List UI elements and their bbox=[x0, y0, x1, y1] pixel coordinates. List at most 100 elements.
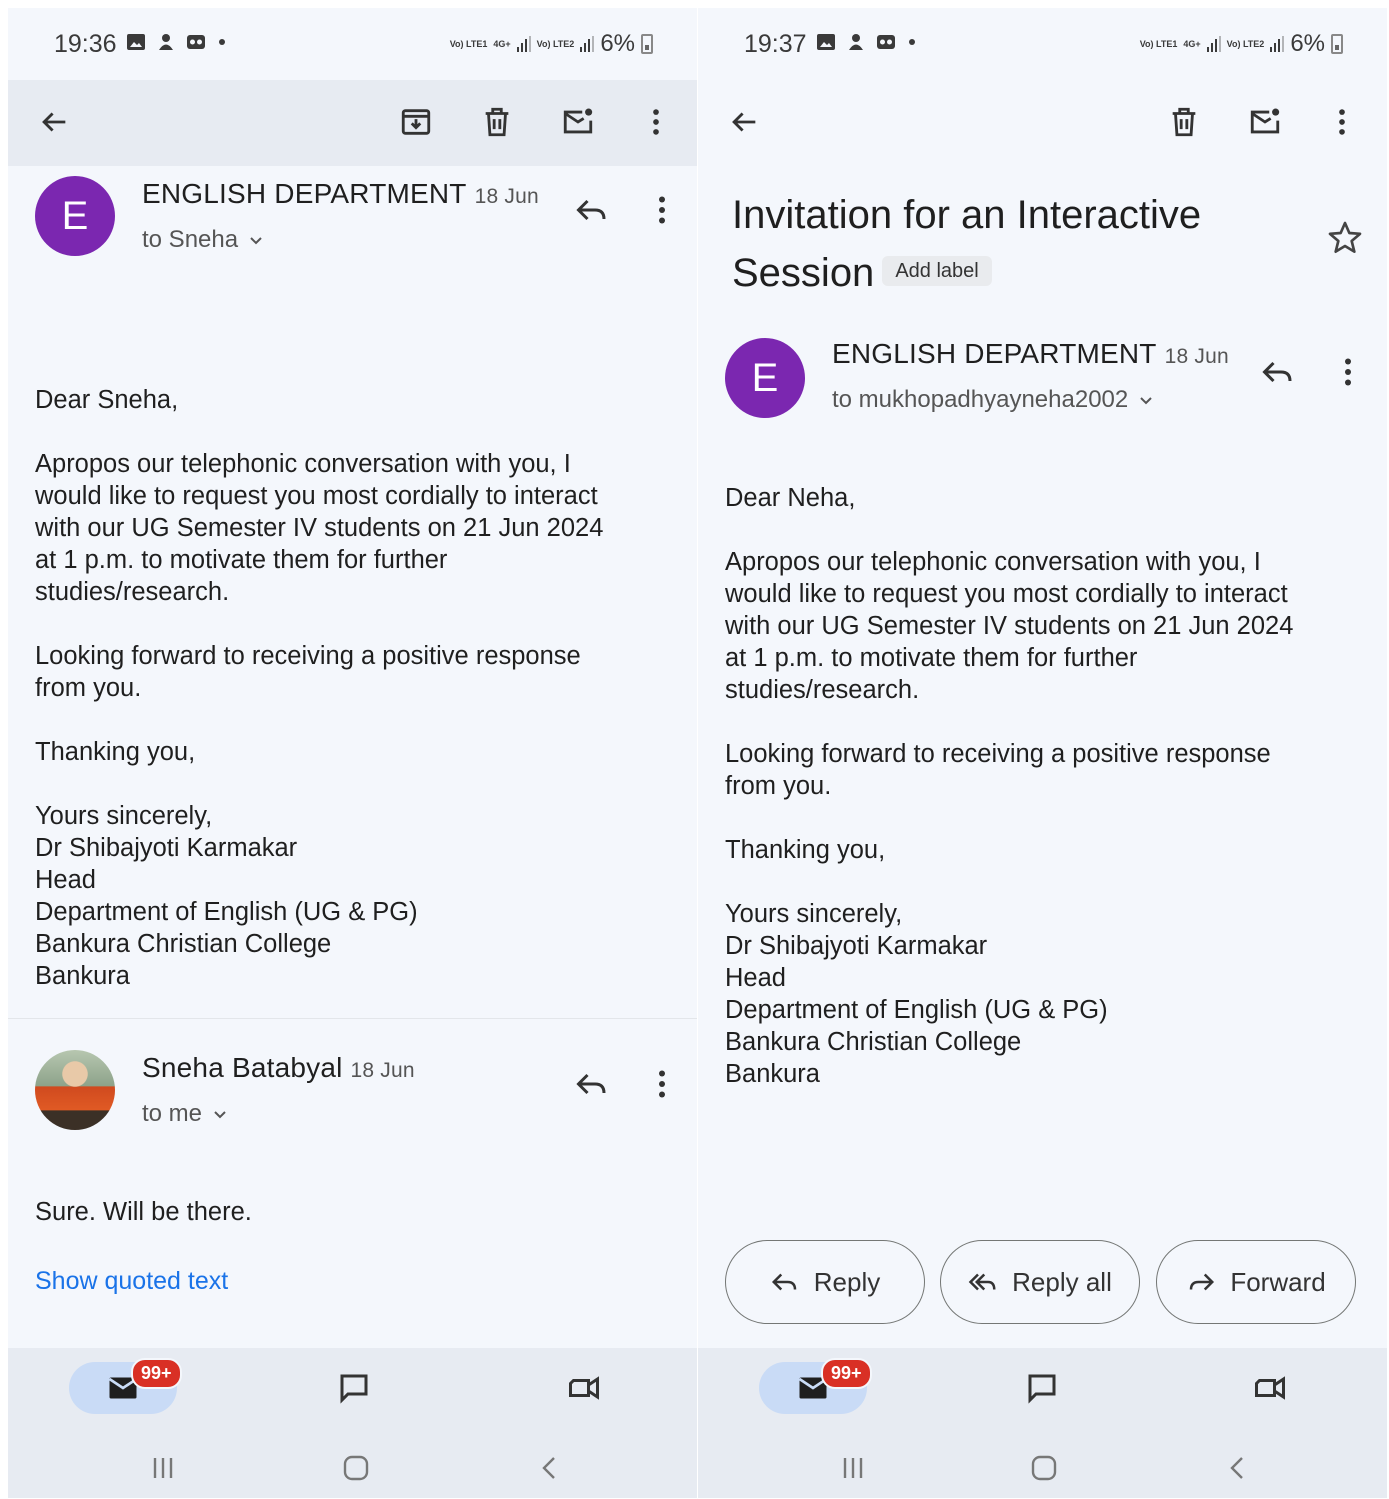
recent-apps-icon bbox=[843, 1458, 863, 1478]
message-date: 18 Jun bbox=[1164, 345, 1229, 368]
signal-icon bbox=[1206, 36, 1221, 52]
network-lte2: Vo) LTE2 bbox=[1226, 38, 1265, 49]
unread-badge: 99+ bbox=[131, 1358, 182, 1389]
network-4g: 4G+ bbox=[1183, 38, 1201, 49]
unread-badge: 99+ bbox=[821, 1358, 872, 1389]
more-options-button[interactable] bbox=[630, 96, 682, 148]
gallery-notification-icon bbox=[816, 33, 836, 51]
network-lte1: Vo) LTE1 bbox=[449, 38, 488, 49]
voicemail-icon bbox=[876, 33, 896, 51]
archive-icon bbox=[401, 109, 431, 135]
back-button[interactable] bbox=[718, 96, 770, 148]
sender-name: Sneha Batabyal bbox=[142, 1052, 343, 1083]
nav-mail-tab[interactable]: 99+ bbox=[69, 1358, 182, 1414]
system-nav-bar bbox=[8, 1428, 697, 1498]
sender-avatar-photo[interactable] bbox=[35, 1050, 115, 1130]
signal-icon bbox=[516, 36, 531, 52]
dot-icon bbox=[216, 33, 236, 51]
message-date: 18 Jun bbox=[350, 1059, 415, 1082]
signal-icon bbox=[580, 36, 595, 52]
mark-unread-button[interactable] bbox=[1239, 96, 1291, 148]
recipient-toggle[interactable]: to Sneha bbox=[142, 226, 264, 254]
more-options-button[interactable] bbox=[1316, 96, 1368, 148]
message-more-button[interactable] bbox=[1326, 350, 1370, 394]
sender-name: ENGLISH DEPARTMENT bbox=[142, 178, 467, 209]
reply-icon bbox=[1262, 361, 1292, 383]
sender-avatar[interactable]: E bbox=[35, 176, 115, 256]
sender-name: ENGLISH DEPARTMENT bbox=[832, 338, 1157, 369]
home-button[interactable] bbox=[336, 1450, 376, 1486]
message-body: Dear Sneha, Apropos our telephonic conve… bbox=[35, 386, 604, 990]
signal-icon bbox=[1270, 36, 1285, 52]
archive-button[interactable] bbox=[390, 96, 442, 148]
app-notification-icon bbox=[156, 33, 176, 51]
more-vert-icon bbox=[659, 196, 665, 224]
bottom-nav: 99+ bbox=[8, 1348, 697, 1428]
right-screen: 19:37 Vo) LTE1 4G+ Vo) LTE2 6% Invitatio… bbox=[698, 8, 1387, 1498]
voicemail-icon bbox=[186, 33, 206, 51]
forward-icon bbox=[1190, 1273, 1215, 1291]
back-button[interactable] bbox=[28, 96, 80, 148]
show-quoted-text-link[interactable]: Show quoted text bbox=[35, 1267, 228, 1296]
arrow-left-icon bbox=[732, 112, 756, 132]
star-icon[interactable] bbox=[1325, 218, 1365, 258]
system-back-button[interactable] bbox=[530, 1450, 570, 1486]
message-more-button[interactable] bbox=[640, 188, 684, 232]
nav-meet-tab[interactable] bbox=[1244, 1362, 1296, 1414]
reply-button[interactable] bbox=[570, 188, 614, 232]
mark-unread-icon bbox=[1250, 108, 1280, 134]
system-back-button[interactable] bbox=[1218, 1450, 1258, 1486]
chevron-left-icon bbox=[542, 1457, 555, 1479]
nav-chat-tab[interactable] bbox=[1016, 1362, 1068, 1414]
forward-action-button[interactable]: Forward bbox=[1156, 1240, 1356, 1324]
message-more-button[interactable] bbox=[640, 1062, 684, 1106]
email-subject: Invitation for an Interactive Session Add… bbox=[732, 186, 1272, 302]
reply-button[interactable] bbox=[570, 1062, 614, 1106]
add-label-chip[interactable]: Add label bbox=[882, 256, 992, 287]
trash-icon bbox=[1172, 107, 1196, 137]
network-lte2: Vo) LTE2 bbox=[536, 38, 575, 49]
nav-meet-tab[interactable] bbox=[558, 1362, 610, 1414]
nav-chat-tab[interactable] bbox=[328, 1362, 380, 1414]
status-bar: 19:36 Vo) LTE1 4G+ Vo) LTE2 6% bbox=[8, 8, 697, 80]
recipient-toggle[interactable]: to mukhopadhyayneha2002 bbox=[832, 386, 1154, 414]
recipient-label: to mukhopadhyayneha2002 bbox=[832, 386, 1129, 413]
video-camera-icon bbox=[1255, 1376, 1285, 1400]
video-camera-icon bbox=[569, 1376, 599, 1400]
recipient-toggle[interactable]: to me bbox=[142, 1100, 228, 1128]
chat-icon bbox=[340, 1374, 368, 1404]
reply-icon bbox=[771, 1273, 796, 1291]
toolbar bbox=[8, 80, 697, 166]
reply-all-action-button[interactable]: Reply all bbox=[940, 1240, 1140, 1324]
sender-line: Sneha Batabyal 18 Jun bbox=[142, 1052, 415, 1084]
network-4g: 4G+ bbox=[493, 38, 511, 49]
mark-unread-icon bbox=[563, 108, 593, 134]
reply-action-button[interactable]: Reply bbox=[725, 1240, 925, 1324]
reply-button[interactable] bbox=[1256, 350, 1300, 394]
status-time: 19:36 bbox=[54, 30, 117, 58]
delete-button[interactable] bbox=[471, 96, 523, 148]
battery-percent: 6% bbox=[600, 30, 635, 57]
gallery-notification-icon bbox=[126, 33, 146, 51]
recent-apps-button[interactable] bbox=[143, 1450, 183, 1486]
bottom-nav: 99+ bbox=[698, 1348, 1387, 1428]
recent-apps-button[interactable] bbox=[833, 1450, 873, 1486]
message-divider bbox=[8, 1018, 697, 1019]
home-button[interactable] bbox=[1024, 1450, 1064, 1486]
arrow-left-icon bbox=[42, 112, 66, 132]
mark-unread-button[interactable] bbox=[552, 96, 604, 148]
recipient-label: to me bbox=[142, 1100, 203, 1127]
left-screen: 19:36 Vo) LTE1 4G+ Vo) LTE2 6% E ENGLISH… bbox=[8, 8, 697, 1498]
sender-line: ENGLISH DEPARTMENT 18 Jun bbox=[832, 338, 1229, 370]
status-bar: 19:37 Vo) LTE1 4G+ Vo) LTE2 6% bbox=[698, 8, 1387, 80]
nav-mail-tab[interactable]: 99+ bbox=[759, 1358, 872, 1414]
recent-apps-icon bbox=[153, 1458, 173, 1478]
chevron-down-icon bbox=[1140, 397, 1152, 405]
network-lte1: Vo) LTE1 bbox=[1139, 38, 1178, 49]
sender-avatar[interactable]: E bbox=[725, 338, 805, 418]
battery-icon bbox=[641, 34, 653, 54]
delete-button[interactable] bbox=[1158, 96, 1210, 148]
forward-label: Forward bbox=[1230, 1266, 1326, 1297]
chevron-down-icon bbox=[250, 237, 262, 245]
sender-line: ENGLISH DEPARTMENT 18 Jun bbox=[142, 178, 539, 210]
